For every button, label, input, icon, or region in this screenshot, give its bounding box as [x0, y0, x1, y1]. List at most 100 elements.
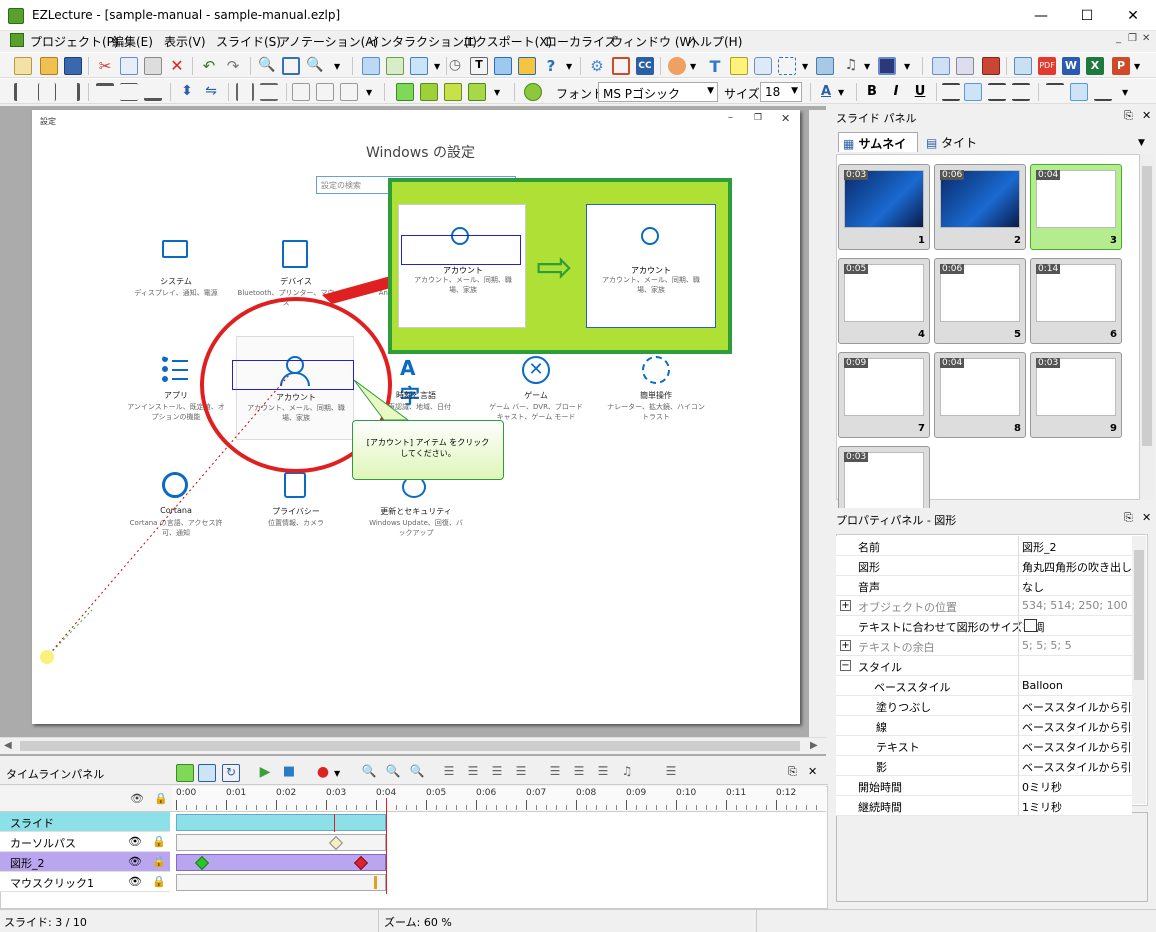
timeline-zoom-out-icon[interactable]: 🔍 — [384, 764, 402, 782]
menu-view[interactable]: 表示(V) — [164, 33, 206, 50]
align-middle-icon[interactable] — [120, 83, 138, 101]
property-value[interactable]: 角丸四角形の吹き出し — [1022, 559, 1132, 575]
timeline-tool-icon[interactable]: ☰ — [662, 764, 680, 782]
record-icon[interactable] — [982, 57, 1000, 75]
timeline-tool-icon[interactable]: ☰ — [594, 764, 612, 782]
word-icon[interactable]: W — [1062, 57, 1080, 75]
zoom-callout[interactable]: アカウント アカウント、メール、同期、職場、家族 ⇨ アカウント アカウント、メ… — [388, 178, 732, 354]
lock-icon[interactable]: 🔒 — [152, 835, 166, 848]
expand-icon[interactable]: + — [840, 640, 851, 651]
timeline-zoom-fit-icon[interactable]: 🔍 — [408, 764, 426, 782]
click-bar[interactable] — [176, 874, 386, 891]
slide-thumbnail[interactable]: 0:03 1 — [838, 164, 930, 250]
property-row[interactable]: ベーススタイル Balloon — [836, 676, 1132, 696]
record-dot-icon[interactable]: ● — [314, 764, 332, 782]
same-width-icon[interactable] — [292, 83, 310, 101]
playhead[interactable] — [386, 798, 387, 894]
minimize-button[interactable]: — — [1018, 0, 1064, 31]
slide-thumbnail[interactable]: 0:14 6 — [1030, 258, 1122, 344]
timeline-row-shape[interactable]: 図形_2 👁 🔒 — [0, 852, 170, 872]
publish-icon[interactable] — [956, 57, 974, 75]
text-align-left-icon[interactable] — [942, 83, 960, 101]
italic-button[interactable]: I — [886, 83, 906, 101]
bring-front-icon[interactable]: ⬍ — [178, 83, 196, 101]
click-marker[interactable] — [374, 876, 377, 889]
close-button[interactable]: ✕ — [1110, 0, 1156, 31]
slide-thumbnail[interactable]: 0:09 7 — [838, 352, 930, 438]
eye-icon[interactable]: 👁 — [128, 875, 142, 888]
capture-icon[interactable] — [410, 57, 428, 75]
timeline-zoom-in-icon[interactable]: 🔍 — [360, 764, 378, 782]
zoom-icon[interactable]: 🔍 — [258, 57, 276, 75]
menu-interaction[interactable]: インタラクション(I) — [368, 33, 477, 50]
text-icon[interactable]: T — [706, 57, 724, 76]
ungroup-icon[interactable] — [420, 83, 438, 101]
sticky-icon[interactable] — [730, 57, 748, 75]
insert-image-icon[interactable] — [386, 57, 404, 75]
click-balloon[interactable]: [アカウント] アイテム をクリックしてください。 — [352, 420, 504, 480]
new-icon[interactable] — [14, 57, 32, 75]
valign-middle-icon[interactable] — [1070, 83, 1088, 101]
timeline-tool-icon[interactable]: ☰ — [464, 764, 482, 782]
zoom-dropdown-icon[interactable]: 🔍 — [306, 57, 324, 75]
property-value[interactable]: Balloon — [1022, 679, 1132, 692]
property-row[interactable]: 影 ベーススタイルから引用 — [836, 756, 1132, 776]
timeline-tool-icon[interactable]: ☰ — [512, 764, 530, 782]
timeline-tool-icon[interactable]: ☰ — [546, 764, 564, 782]
property-row[interactable]: 継続時間 1ミリ秒 — [836, 796, 1132, 816]
property-row[interactable]: + オブジェクトの位置 534; 514; 250; 100 — [836, 596, 1132, 616]
scroll-thumb[interactable] — [20, 741, 800, 751]
save-icon[interactable] — [64, 57, 82, 75]
property-row[interactable]: 図形 角丸四角形の吹き出し — [836, 556, 1132, 576]
copy-icon[interactable] — [120, 57, 138, 75]
align-bottom-icon[interactable] — [144, 83, 162, 101]
bold-button[interactable]: B — [862, 83, 882, 101]
property-value[interactable]: ベーススタイルから引用 — [1022, 739, 1132, 755]
slide-thumbnail[interactable]: 0:05 4 — [838, 258, 930, 344]
align-center-icon[interactable] — [38, 83, 56, 101]
menu-slide[interactable]: スライド(S) — [216, 33, 281, 50]
rounded-rect-icon[interactable] — [754, 57, 772, 75]
selection-icon[interactable] — [778, 57, 796, 75]
chevron-down-icon[interactable]: ▼ — [494, 88, 504, 106]
property-value[interactable]: なし — [1022, 579, 1132, 595]
size-select[interactable]: 18 ▼ — [760, 82, 802, 102]
highlight-icon[interactable] — [518, 57, 536, 75]
property-row[interactable]: 塗りつぶし ベーススタイルから引用 — [836, 696, 1132, 716]
fit-icon[interactable] — [282, 57, 300, 75]
property-row[interactable]: テキストに合わせて図形のサイズを調 — [836, 616, 1132, 636]
timeline-close-icon[interactable]: ✕ — [808, 765, 817, 778]
slide-thumbnail[interactable]: 0:04 8 — [934, 352, 1026, 438]
menu-help[interactable]: ヘルプ(H) — [688, 33, 742, 50]
slide-thumbnail[interactable]: 0:04 3 — [1030, 164, 1122, 250]
property-scrollbar[interactable] — [1132, 536, 1146, 804]
thumbnail-scrollbar[interactable] — [1140, 154, 1154, 500]
property-row[interactable]: 開始時間 0ミリ秒 — [836, 776, 1132, 796]
pin-icon[interactable]: ⎘ — [1124, 109, 1133, 123]
open-icon[interactable] — [40, 57, 58, 75]
expand-icon[interactable]: − — [840, 660, 851, 671]
export-html-icon[interactable] — [1014, 57, 1032, 75]
excel-icon[interactable]: X — [1086, 57, 1104, 75]
property-panel-close-icon[interactable]: ✕ — [1142, 511, 1151, 524]
tab-title[interactable]: ▤ タイトル — [922, 132, 992, 167]
property-value[interactable]: 534; 514; 250; 100 — [1022, 599, 1132, 612]
timeline-audio-icon[interactable]: ♫ — [618, 764, 636, 782]
menu-project[interactable]: プロジェクト(P) — [30, 33, 119, 50]
lock-icon[interactable]: 🔒 — [152, 855, 166, 868]
slide-bar[interactable] — [176, 814, 386, 831]
property-row[interactable]: 線 ベーススタイルから引用 — [836, 716, 1132, 736]
canvas-horizontal-scrollbar[interactable]: ◀ ▶ — [0, 737, 826, 754]
fit-text-checkbox[interactable] — [1024, 619, 1037, 632]
frame-icon[interactable] — [612, 57, 630, 75]
image-icon[interactable] — [494, 57, 512, 75]
help-icon[interactable]: ? — [542, 57, 560, 75]
property-value[interactable]: 1ミリ秒 — [1022, 799, 1132, 815]
slide-thumbnail[interactable]: 0:06 2 — [934, 164, 1026, 250]
text-align-right-icon[interactable] — [988, 83, 1006, 101]
underline-button[interactable]: U — [910, 83, 930, 101]
timeline-select-icon[interactable] — [198, 764, 216, 782]
align-right-icon[interactable] — [62, 83, 80, 101]
property-value[interactable]: 0ミリ秒 — [1022, 779, 1132, 795]
slide-thumbnail[interactable]: 0:06 5 — [934, 258, 1026, 344]
